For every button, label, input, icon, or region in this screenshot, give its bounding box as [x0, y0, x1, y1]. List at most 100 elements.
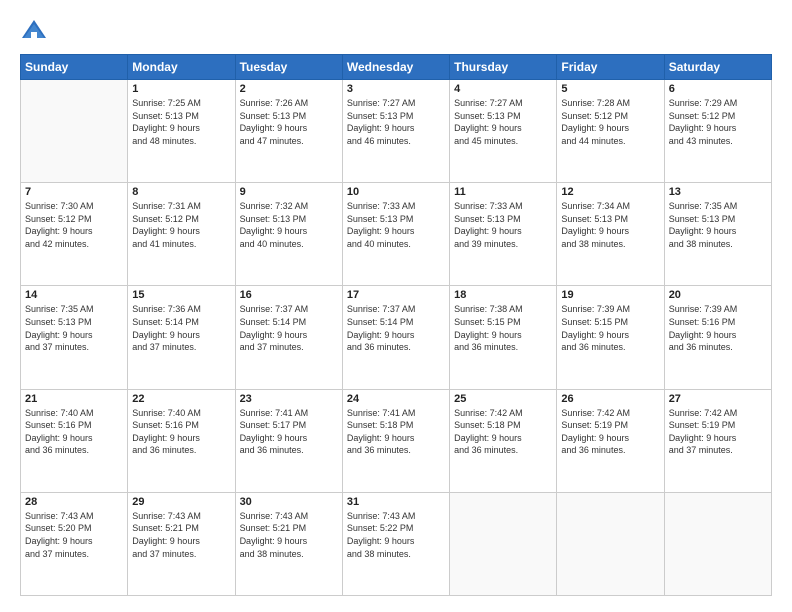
calendar-cell: 31Sunrise: 7:43 AMSunset: 5:22 PMDayligh… — [342, 492, 449, 595]
day-info: Sunrise: 7:33 AMSunset: 5:13 PMDaylight:… — [347, 200, 445, 250]
day-info: Sunrise: 7:25 AMSunset: 5:13 PMDaylight:… — [132, 97, 230, 147]
day-number: 21 — [25, 393, 123, 405]
weekday-header-saturday: Saturday — [664, 55, 771, 80]
calendar-cell: 3 Sunrise: 7:27 AMSunset: 5:13 PMDaylight… — [342, 80, 449, 183]
calendar-cell: 14Sunrise: 7:35 AMSunset: 5:13 PMDayligh… — [21, 286, 128, 389]
day-number: 8 — [132, 186, 230, 198]
weekday-header-friday: Friday — [557, 55, 664, 80]
day-number: 22 — [132, 393, 230, 405]
logo-icon — [20, 16, 48, 44]
calendar-table: SundayMondayTuesdayWednesdayThursdayFrid… — [20, 54, 772, 596]
day-info: Sunrise: 7:32 AMSunset: 5:13 PMDaylight:… — [240, 200, 338, 250]
day-info: Sunrise: 7:43 AMSunset: 5:21 PMDaylight:… — [240, 510, 338, 560]
calendar-cell: 1Sunrise: 7:25 AMSunset: 5:13 PMDaylight… — [128, 80, 235, 183]
day-number: 23 — [240, 393, 338, 405]
calendar-cell: 18 Sunrise: 7:38 AMSunset: 5:15 PMDayligh… — [450, 286, 557, 389]
calendar-cell: 7 Sunrise: 7:30 AMSunset: 5:12 PMDaylight… — [21, 183, 128, 286]
day-info: Sunrise: 7:35 AMSunset: 5:13 PMDaylight:… — [669, 200, 767, 250]
calendar-cell — [664, 492, 771, 595]
day-info: Sunrise: 7:38 AMSunset: 5:15 PMDaylight:… — [454, 303, 552, 353]
calendar-week-3: 14Sunrise: 7:35 AMSunset: 5:13 PMDayligh… — [21, 286, 772, 389]
day-info: Sunrise: 7:43 AMSunset: 5:20 PMDaylight:… — [25, 510, 123, 560]
day-info: Sunrise: 7:43 AMSunset: 5:22 PMDaylight:… — [347, 510, 445, 560]
day-info: Sunrise: 7:26 AMSunset: 5:13 PMDaylight:… — [240, 97, 338, 147]
calendar-cell: 6 Sunrise: 7:29 AMSunset: 5:12 PMDaylight… — [664, 80, 771, 183]
calendar-week-2: 7 Sunrise: 7:30 AMSunset: 5:12 PMDaylight… — [21, 183, 772, 286]
day-number: 29 — [132, 496, 230, 508]
calendar-header: SundayMondayTuesdayWednesdayThursdayFrid… — [21, 55, 772, 80]
calendar-cell: 17 Sunrise: 7:37 AMSunset: 5:14 PMDayligh… — [342, 286, 449, 389]
calendar-cell: 20Sunrise: 7:39 AMSunset: 5:16 PMDayligh… — [664, 286, 771, 389]
weekday-header-monday: Monday — [128, 55, 235, 80]
day-info: Sunrise: 7:41 AMSunset: 5:17 PMDaylight:… — [240, 407, 338, 457]
day-number: 2 — [240, 83, 338, 95]
calendar-cell: 5 Sunrise: 7:28 AMSunset: 5:12 PMDaylight… — [557, 80, 664, 183]
day-info: Sunrise: 7:42 AMSunset: 5:19 PMDaylight:… — [669, 407, 767, 457]
day-number: 13 — [669, 186, 767, 198]
day-number: 24 — [347, 393, 445, 405]
calendar-cell — [21, 80, 128, 183]
calendar-cell: 27 Sunrise: 7:42 AMSunset: 5:19 PMDayligh… — [664, 389, 771, 492]
calendar-cell: 4 Sunrise: 7:27 AMSunset: 5:13 PMDaylight… — [450, 80, 557, 183]
day-info: Sunrise: 7:37 AMSunset: 5:14 PMDaylight:… — [347, 303, 445, 353]
day-number: 3 — [347, 83, 445, 95]
day-number: 11 — [454, 186, 552, 198]
calendar-week-4: 21 Sunrise: 7:40 AMSunset: 5:16 PMDayligh… — [21, 389, 772, 492]
day-info: Sunrise: 7:33 AMSunset: 5:13 PMDaylight:… — [454, 200, 552, 250]
day-number: 17 — [347, 289, 445, 301]
calendar-week-1: 1Sunrise: 7:25 AMSunset: 5:13 PMDaylight… — [21, 80, 772, 183]
day-info: Sunrise: 7:29 AMSunset: 5:12 PMDaylight:… — [669, 97, 767, 147]
day-number: 5 — [561, 83, 659, 95]
day-info: Sunrise: 7:27 AMSunset: 5:13 PMDaylight:… — [454, 97, 552, 147]
calendar-cell: 21 Sunrise: 7:40 AMSunset: 5:16 PMDayligh… — [21, 389, 128, 492]
day-info: Sunrise: 7:28 AMSunset: 5:12 PMDaylight:… — [561, 97, 659, 147]
day-info: Sunrise: 7:31 AMSunset: 5:12 PMDaylight:… — [132, 200, 230, 250]
calendar-body: 1Sunrise: 7:25 AMSunset: 5:13 PMDaylight… — [21, 80, 772, 596]
day-number: 27 — [669, 393, 767, 405]
day-info: Sunrise: 7:30 AMSunset: 5:12 PMDaylight:… — [25, 200, 123, 250]
day-number: 18 — [454, 289, 552, 301]
calendar-cell: 29 Sunrise: 7:43 AMSunset: 5:21 PMDayligh… — [128, 492, 235, 595]
day-number: 7 — [25, 186, 123, 198]
day-info: Sunrise: 7:37 AMSunset: 5:14 PMDaylight:… — [240, 303, 338, 353]
calendar-cell: 26Sunrise: 7:42 AMSunset: 5:19 PMDayligh… — [557, 389, 664, 492]
calendar-cell: 24Sunrise: 7:41 AMSunset: 5:18 PMDayligh… — [342, 389, 449, 492]
day-info: Sunrise: 7:42 AMSunset: 5:19 PMDaylight:… — [561, 407, 659, 457]
logo — [20, 16, 52, 44]
weekday-header-sunday: Sunday — [21, 55, 128, 80]
calendar-cell: 25Sunrise: 7:42 AMSunset: 5:18 PMDayligh… — [450, 389, 557, 492]
weekday-header-thursday: Thursday — [450, 55, 557, 80]
day-number: 15 — [132, 289, 230, 301]
calendar-cell: 16 Sunrise: 7:37 AMSunset: 5:14 PMDayligh… — [235, 286, 342, 389]
calendar-cell: 10 Sunrise: 7:33 AMSunset: 5:13 PMDayligh… — [342, 183, 449, 286]
calendar-cell: 28 Sunrise: 7:43 AMSunset: 5:20 PMDayligh… — [21, 492, 128, 595]
day-number: 30 — [240, 496, 338, 508]
day-number: 12 — [561, 186, 659, 198]
calendar-cell: 9 Sunrise: 7:32 AMSunset: 5:13 PMDaylight… — [235, 183, 342, 286]
header — [20, 16, 772, 44]
day-number: 4 — [454, 83, 552, 95]
day-number: 9 — [240, 186, 338, 198]
day-info: Sunrise: 7:40 AMSunset: 5:16 PMDaylight:… — [25, 407, 123, 457]
day-info: Sunrise: 7:27 AMSunset: 5:13 PMDaylight:… — [347, 97, 445, 147]
day-info: Sunrise: 7:34 AMSunset: 5:13 PMDaylight:… — [561, 200, 659, 250]
calendar-cell: 8 Sunrise: 7:31 AMSunset: 5:12 PMDaylight… — [128, 183, 235, 286]
calendar-cell: 22Sunrise: 7:40 AMSunset: 5:16 PMDayligh… — [128, 389, 235, 492]
day-number: 16 — [240, 289, 338, 301]
calendar-cell: 11 Sunrise: 7:33 AMSunset: 5:13 PMDayligh… — [450, 183, 557, 286]
day-info: Sunrise: 7:39 AMSunset: 5:15 PMDaylight:… — [561, 303, 659, 353]
day-number: 10 — [347, 186, 445, 198]
day-info: Sunrise: 7:36 AMSunset: 5:14 PMDaylight:… — [132, 303, 230, 353]
day-number: 28 — [25, 496, 123, 508]
calendar-cell: 30 Sunrise: 7:43 AMSunset: 5:21 PMDayligh… — [235, 492, 342, 595]
day-info: Sunrise: 7:39 AMSunset: 5:16 PMDaylight:… — [669, 303, 767, 353]
calendar-cell: 12 Sunrise: 7:34 AMSunset: 5:13 PMDayligh… — [557, 183, 664, 286]
day-info: Sunrise: 7:35 AMSunset: 5:13 PMDaylight:… — [25, 303, 123, 353]
calendar-cell: 13 Sunrise: 7:35 AMSunset: 5:13 PMDayligh… — [664, 183, 771, 286]
weekday-header-tuesday: Tuesday — [235, 55, 342, 80]
day-number: 6 — [669, 83, 767, 95]
calendar-cell: 2 Sunrise: 7:26 AMSunset: 5:13 PMDaylight… — [235, 80, 342, 183]
day-info: Sunrise: 7:43 AMSunset: 5:21 PMDaylight:… — [132, 510, 230, 560]
calendar-cell: 15 Sunrise: 7:36 AMSunset: 5:14 PMDayligh… — [128, 286, 235, 389]
weekday-header-wednesday: Wednesday — [342, 55, 449, 80]
